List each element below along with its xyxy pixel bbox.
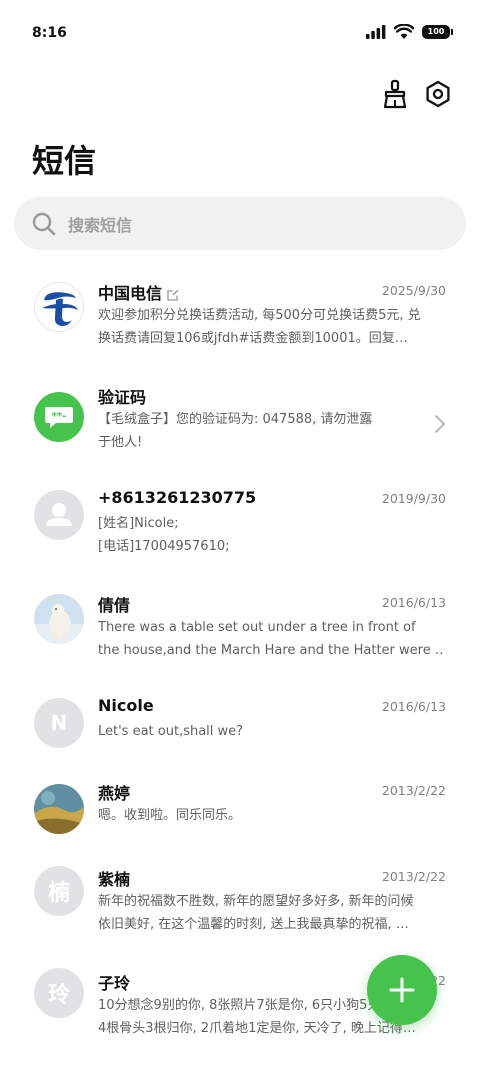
message-preview: 新年的祝福数不胜数, 新年的愿望好多好多, 新年的问候 依旧美好, 在这个温馨的…: [98, 890, 443, 936]
preview-line: 嗯。收到啦。同乐同乐。: [98, 808, 242, 823]
message-date: 2013/2/22: [381, 783, 446, 798]
conversation-item[interactable]: 倩倩 2016/6/13 There was a table set out u…: [0, 592, 480, 692]
polar-bear-photo: [34, 594, 84, 644]
conversation-item[interactable]: **- 验证码 【毛绒盒子】您的验证码为: 047588, 请勿泄露 于他人!: [0, 384, 480, 484]
draft-edit-icon: [167, 289, 179, 301]
contact-name: 倩倩: [98, 596, 131, 615]
conversation-item[interactable]: 楠 紫楠 2013/2/22 新年的祝福数不胜数, 新年的愿望好多好多, 新年的…: [0, 866, 480, 966]
search-placeholder: 搜索短信: [68, 215, 133, 235]
telecom-logo-icon: [34, 282, 84, 332]
avatar: [34, 594, 84, 644]
preview-line: 依旧美好, 在这个温馨的时刻, 送上我最真挚的祝福, …: [98, 917, 409, 932]
contact-name: Nicole: [98, 696, 154, 715]
contact-name: +8613261230775: [98, 488, 257, 507]
contact-name: 紫楠: [98, 870, 131, 889]
new-message-button[interactable]: [367, 955, 437, 1025]
message-preview: There was a table set out under a tree i…: [98, 616, 443, 662]
preview-line: 换话费请回复106或jfdh#话费金额到10001。回复…: [98, 331, 408, 346]
preview-line: 欢迎参加积分兑换话费活动, 每500分可兑换话费5元, 兑: [98, 308, 421, 323]
message-preview: 欢迎参加积分兑换话费活动, 每500分可兑换话费5元, 兑 换话费请回复106或…: [98, 304, 443, 350]
svg-text:**-: **-: [52, 411, 67, 422]
preview-line: 【毛绒盒子】您的验证码为: 047588, 请勿泄露: [98, 412, 373, 427]
clean-button[interactable]: [377, 76, 413, 112]
contact-name: 中国电信: [98, 280, 180, 304]
letter-avatar: N: [34, 698, 84, 748]
preview-line: the house,and the March Hare and the Hat…: [98, 643, 443, 658]
conversation-item[interactable]: 燕婷 2013/2/22 嗯。收到啦。同乐同乐。: [0, 780, 480, 880]
landscape-photo: [34, 784, 84, 834]
letter-avatar: 玲: [34, 968, 84, 1018]
plus-icon: [389, 977, 415, 1003]
signal-icon: [366, 24, 386, 39]
page-title: 短信: [32, 142, 97, 180]
message-preview: Let's eat out,shall we?: [98, 720, 443, 743]
battery-icon: 100: [422, 24, 453, 39]
contact-name: 验证码: [98, 388, 147, 407]
message-preview: 【毛绒盒子】您的验证码为: 047588, 请勿泄露 于他人!: [98, 408, 398, 454]
avatar: [34, 784, 84, 834]
chevron-right-icon[interactable]: [434, 414, 446, 434]
broom-icon: [383, 79, 407, 109]
message-preview: [姓名]Nicole; [电话]17004957610;: [98, 512, 443, 558]
message-preview: 嗯。收到啦。同乐同乐。: [98, 804, 443, 827]
preview-line: There was a table set out under a tree i…: [98, 620, 416, 635]
status-icons: 100: [366, 24, 453, 39]
conversation-item[interactable]: +8613261230775 2019/9/30 [姓名]Nicole; [电话…: [0, 488, 480, 588]
battery-level: 100: [427, 27, 445, 36]
preview-line: [姓名]Nicole;: [98, 516, 179, 531]
contact-name: 燕婷: [98, 784, 131, 803]
default-person-avatar-icon: [34, 490, 84, 540]
message-date: 2019/9/30: [381, 491, 446, 506]
hexagon-settings-icon: [426, 80, 450, 108]
preview-line: [电话]17004957610;: [98, 539, 230, 554]
conversation-item[interactable]: 中国电信 2025/9/30 欢迎参加积分兑换话费活动, 每500分可兑换话费5…: [0, 280, 480, 380]
message-date: 2025/9/30: [381, 283, 446, 298]
contact-name: 子玲: [98, 974, 131, 993]
search-input[interactable]: 搜索短信: [14, 197, 466, 250]
message-date: 2016/6/13: [381, 699, 446, 714]
search-icon: [32, 212, 56, 235]
message-date: 2016/6/13: [381, 595, 446, 610]
message-date: 2013/2/22: [381, 869, 446, 884]
status-time: 8:16: [32, 25, 67, 41]
settings-button[interactable]: [420, 76, 456, 112]
preview-line: 新年的祝福数不胜数, 新年的愿望好多好多, 新年的问候: [98, 894, 414, 909]
verification-code-icon: **-: [34, 392, 84, 442]
preview-line: 于他人!: [98, 435, 143, 450]
letter-avatar: 楠: [34, 866, 84, 916]
status-bar: 8:16 100: [0, 0, 480, 70]
preview-line: Let's eat out,shall we?: [98, 724, 244, 739]
wifi-icon: [394, 24, 414, 39]
